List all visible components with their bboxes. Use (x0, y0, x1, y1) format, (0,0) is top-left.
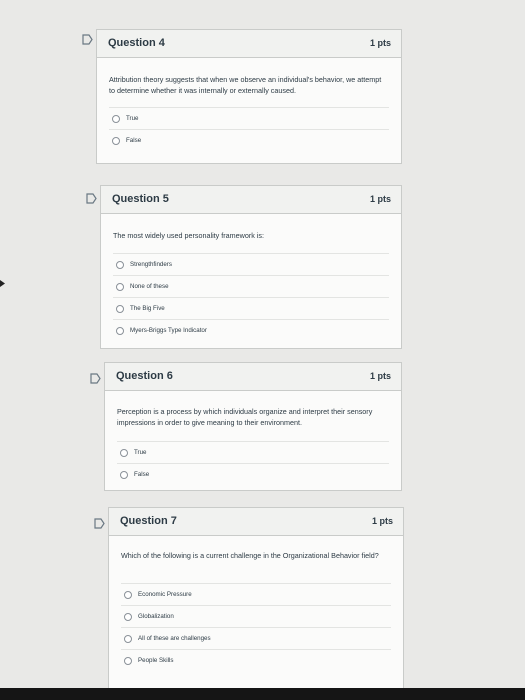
answer-label: The Big Five (130, 305, 165, 312)
question-text: Perception is a process by which individ… (117, 407, 373, 427)
radio-button[interactable] (124, 656, 132, 665)
answer-label: True (134, 449, 147, 456)
flag-question-icon[interactable] (94, 518, 105, 529)
answer-option[interactable]: False (117, 463, 389, 485)
radio-button[interactable] (116, 282, 124, 291)
radio-button[interactable] (116, 326, 124, 335)
answer-option[interactable]: True (117, 441, 389, 463)
question-title: Question 6 (116, 370, 173, 382)
answer-list: True False (117, 441, 389, 485)
answer-option[interactable]: False (109, 129, 389, 151)
answer-label: False (126, 137, 142, 144)
answer-option[interactable]: Globalization (121, 605, 391, 627)
answer-label: Myers-Briggs Type Indicator (130, 327, 207, 334)
question-points: 1 pts (369, 371, 391, 381)
radio-button[interactable] (112, 136, 120, 145)
answer-option[interactable]: Strengthfinders (113, 253, 389, 275)
flag-question-icon[interactable] (82, 34, 93, 45)
mouse-cursor-icon (0, 280, 5, 287)
answer-option[interactable]: The Big Five (113, 297, 389, 319)
answer-label: Economic Pressure (138, 591, 192, 598)
radio-button[interactable] (124, 612, 132, 621)
answer-label: People Skills (138, 657, 174, 664)
answer-option[interactable]: Economic Pressure (121, 583, 391, 605)
radio-button[interactable] (120, 448, 128, 457)
question-text: Attribution theory suggests that when we… (109, 75, 382, 95)
radio-button[interactable] (116, 260, 124, 269)
radio-button[interactable] (124, 634, 132, 643)
question-points: 1 pts (369, 194, 391, 204)
question-title: Question 5 (112, 193, 169, 205)
answer-option[interactable]: None of these (113, 275, 389, 297)
question-text: Which of the following is a current chal… (121, 551, 379, 560)
answer-option[interactable]: True (109, 107, 389, 129)
radio-button[interactable] (112, 114, 120, 123)
answer-option[interactable]: Myers-Briggs Type Indicator (113, 319, 389, 341)
answer-label: Globalization (138, 613, 174, 620)
question-card: Question 7 1 pts Which of the following … (108, 507, 404, 689)
question-card: Question 4 1 pts Attribution theory sugg… (96, 29, 402, 164)
question-header: Question 6 1 pts (105, 363, 401, 391)
question-header: Question 4 1 pts (97, 30, 401, 58)
answer-label: None of these (130, 283, 169, 290)
flag-question-icon[interactable] (90, 373, 101, 384)
radio-button[interactable] (124, 590, 132, 599)
question-points: 1 pts (371, 516, 393, 526)
answer-list: Economic Pressure Globalization All of t… (121, 583, 391, 671)
answer-label: All of these are challenges (138, 635, 211, 642)
answer-option[interactable]: People Skills (121, 649, 391, 671)
question-card: Question 5 1 pts The most widely used pe… (100, 185, 402, 349)
answer-list: Strengthfinders None of these The Big Fi… (113, 253, 389, 341)
answer-list: True False (109, 107, 389, 151)
question-header: Question 7 1 pts (109, 508, 403, 536)
question-title: Question 4 (108, 37, 165, 49)
question-points: 1 pts (369, 38, 391, 48)
answer-option[interactable]: All of these are challenges (121, 627, 391, 649)
question-card: Question 6 1 pts Perception is a process… (104, 362, 402, 491)
screen-bezel (0, 688, 525, 700)
question-header: Question 5 1 pts (101, 186, 401, 214)
answer-label: Strengthfinders (130, 261, 172, 268)
flag-question-icon[interactable] (86, 193, 97, 204)
answer-label: True (126, 115, 139, 122)
answer-label: False (134, 471, 150, 478)
question-title: Question 7 (120, 515, 177, 527)
radio-button[interactable] (120, 470, 128, 479)
radio-button[interactable] (116, 304, 124, 313)
question-text: The most widely used personality framewo… (113, 231, 264, 240)
